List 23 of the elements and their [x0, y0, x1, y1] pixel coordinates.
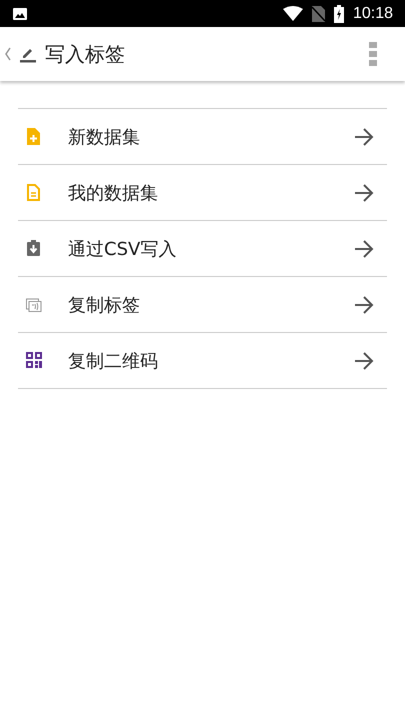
- nfc-cards-icon: [26, 296, 42, 313]
- image-icon: [13, 8, 27, 20]
- clock-time: 10:18: [352, 4, 393, 22]
- wifi-icon: [282, 6, 303, 21]
- arrow-right-icon: [354, 240, 374, 258]
- clipboard-download-icon: [26, 240, 42, 257]
- new-file-icon: [26, 128, 42, 145]
- menu-item[interactable]: 复制二维码: [18, 333, 387, 389]
- qr-code-icon: [26, 352, 42, 369]
- menu-item[interactable]: 新数据集: [18, 109, 387, 165]
- no-sim-icon: [312, 6, 325, 22]
- arrow-right-icon: [354, 184, 374, 202]
- arrow-right-icon: [354, 128, 374, 146]
- document-icon: [26, 184, 42, 201]
- arrow-right-icon: [354, 352, 374, 370]
- toolbar-title: 写入标签: [45, 40, 126, 68]
- back-icon[interactable]: [5, 47, 11, 61]
- menu-item[interactable]: 通过CSV写入: [18, 221, 387, 277]
- arrow-right-icon: [354, 296, 374, 314]
- more-icon[interactable]: [369, 42, 377, 66]
- menu-item[interactable]: 复制标签: [18, 277, 387, 333]
- battery-charging-icon: [334, 4, 344, 22]
- menu-item[interactable]: 我的数据集: [18, 165, 387, 221]
